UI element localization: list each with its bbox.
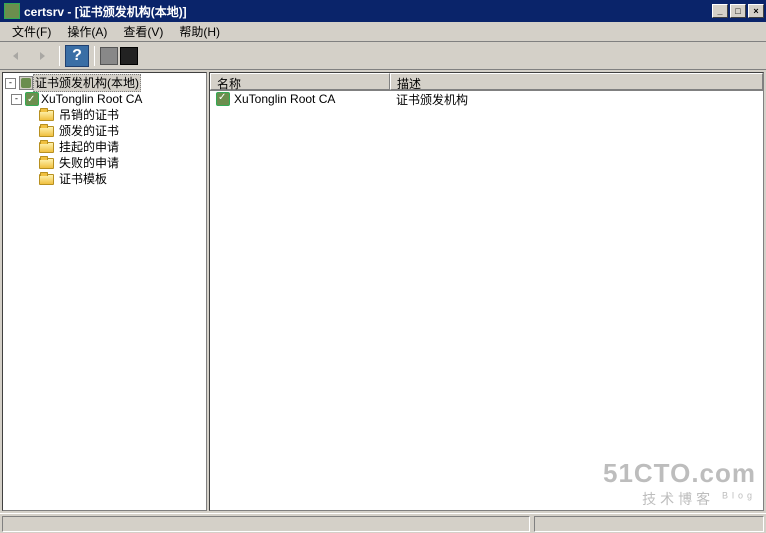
folder-icon: [39, 158, 54, 169]
tree-child-failed[interactable]: 失败的申请: [5, 155, 204, 171]
help-toolbar-button[interactable]: ?: [65, 45, 89, 67]
toolbar-separator: [59, 46, 60, 66]
tree-child-pending[interactable]: 挂起的申请: [5, 139, 204, 155]
app-icon: [4, 3, 20, 19]
menu-bar: 文件(F) 操作(A) 查看(V) 帮助(H): [0, 22, 766, 42]
folder-icon: [39, 126, 54, 137]
folder-icon: [39, 142, 54, 153]
expand-toggle[interactable]: -: [5, 78, 16, 89]
help-icon: ?: [72, 47, 82, 65]
tree-indent: [5, 126, 39, 137]
cell-name-text: XuTonglin Root CA: [234, 92, 335, 106]
forward-button[interactable]: [30, 45, 54, 67]
tree-child-label: 失败的申请: [57, 155, 121, 171]
ca-icon: [216, 92, 230, 106]
cell-description: 证书颁发机构: [390, 91, 474, 108]
expand-toggle[interactable]: -: [11, 94, 22, 105]
tree-child-label: 吊销的证书: [57, 107, 121, 123]
tree-child-label: 挂起的申请: [57, 139, 121, 155]
window-title: certsrv - [证书颁发机构(本地)]: [24, 3, 712, 20]
status-cell-1: [2, 516, 530, 532]
toolbar-button-2[interactable]: [120, 47, 138, 65]
menu-view[interactable]: 查看(V): [115, 21, 171, 42]
tree-child-revoked[interactable]: 吊销的证书: [5, 107, 204, 123]
ca-root-icon: [19, 76, 33, 90]
minimize-button[interactable]: _: [712, 4, 728, 18]
arrow-left-icon: [9, 49, 23, 63]
list-pane[interactable]: 名称 描述 XuTonglin Root CA 证书颁发机构: [209, 72, 764, 511]
list-row[interactable]: XuTonglin Root CA 证书颁发机构: [210, 91, 763, 107]
toolbar: ?: [0, 42, 766, 70]
list-body: XuTonglin Root CA 证书颁发机构: [210, 91, 763, 510]
back-button[interactable]: [4, 45, 28, 67]
tree-root[interactable]: - 证书颁发机构(本地): [5, 75, 204, 91]
menu-file[interactable]: 文件(F): [4, 21, 59, 42]
status-cell-2: [534, 516, 764, 532]
tree-indent: [5, 142, 39, 153]
folder-icon: [39, 174, 54, 185]
folder-icon: [39, 110, 54, 121]
cell-name: XuTonglin Root CA: [210, 92, 390, 106]
tree-child-label: 证书模板: [57, 171, 109, 187]
tree: - 证书颁发机构(本地) - XuTonglin Root CA 吊销的证书 颁…: [3, 73, 206, 189]
tree-ca[interactable]: - XuTonglin Root CA: [5, 91, 204, 107]
maximize-button[interactable]: □: [730, 4, 746, 18]
tree-child-templates[interactable]: 证书模板: [5, 171, 204, 187]
toolbar-separator-2: [94, 46, 95, 66]
tree-root-label: 证书颁发机构(本地): [33, 74, 141, 92]
tree-ca-label: XuTonglin Root CA: [39, 91, 144, 107]
close-button[interactable]: ×: [748, 4, 764, 18]
tree-pane[interactable]: - 证书颁发机构(本地) - XuTonglin Root CA 吊销的证书 颁…: [2, 72, 207, 511]
tree-child-issued[interactable]: 颁发的证书: [5, 123, 204, 139]
menu-action[interactable]: 操作(A): [59, 21, 115, 42]
status-bar: [0, 513, 766, 533]
tree-indent: [5, 158, 39, 169]
tree-indent: [5, 110, 39, 121]
toolbar-button-1[interactable]: [100, 47, 118, 65]
ca-icon: [25, 92, 39, 106]
column-description[interactable]: 描述: [390, 73, 763, 90]
tree-child-label: 颁发的证书: [57, 123, 121, 139]
column-name[interactable]: 名称: [210, 73, 390, 90]
window-controls: _ □ ×: [712, 4, 764, 18]
arrow-right-icon: [35, 49, 49, 63]
list-header: 名称 描述: [210, 73, 763, 91]
title-bar: certsrv - [证书颁发机构(本地)] _ □ ×: [0, 0, 766, 22]
tree-indent: [5, 174, 39, 185]
main-area: - 证书颁发机构(本地) - XuTonglin Root CA 吊销的证书 颁…: [0, 70, 766, 513]
menu-help[interactable]: 帮助(H): [171, 21, 228, 42]
